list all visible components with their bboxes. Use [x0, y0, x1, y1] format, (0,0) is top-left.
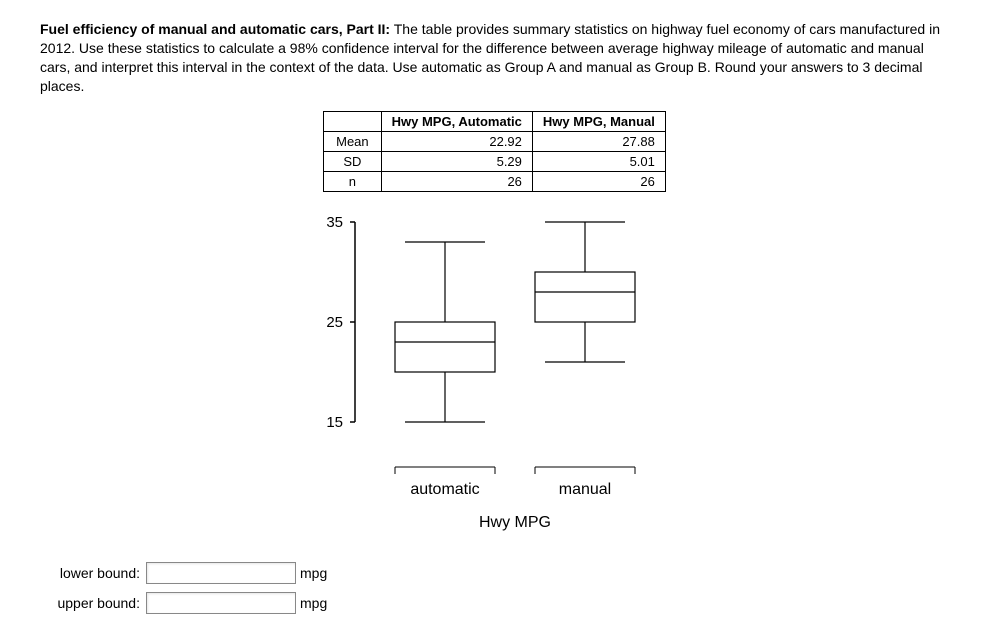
upper-bound-unit: mpg — [300, 595, 327, 611]
cell-n-auto: 26 — [381, 171, 532, 191]
table-row: n 26 26 — [324, 171, 666, 191]
upper-bound-row: upper bound: mpg — [40, 592, 949, 614]
ytick-25: 25 — [326, 314, 343, 331]
cell-sd-manual: 5.01 — [532, 151, 665, 171]
xtick-manual: manual — [558, 481, 610, 498]
upper-bound-input[interactable] — [146, 592, 296, 614]
cell-n-manual: 26 — [532, 171, 665, 191]
cell-mean-auto: 22.92 — [381, 131, 532, 151]
table-header-auto: Hwy MPG, Automatic — [381, 111, 532, 131]
summary-stats-table: Hwy MPG, Automatic Hwy MPG, Manual Mean … — [323, 111, 666, 192]
boxplot-svg: 35 25 15 automatic manual Hwy MPG — [295, 202, 695, 532]
cell-mean-manual: 27.88 — [532, 131, 665, 151]
cell-sd-auto: 5.29 — [381, 151, 532, 171]
lower-bound-input[interactable] — [146, 562, 296, 584]
upper-bound-label: upper bound: — [40, 595, 140, 611]
row-label-n: n — [324, 171, 382, 191]
row-label-sd: SD — [324, 151, 382, 171]
row-label-mean: Mean — [324, 131, 382, 151]
table-row: SD 5.29 5.01 — [324, 151, 666, 171]
lower-bound-label: lower bound: — [40, 565, 140, 581]
question-title: Fuel efficiency of manual and automatic … — [40, 21, 390, 37]
xtick-automatic: automatic — [410, 481, 479, 498]
chart-xlabel: Hwy MPG — [479, 514, 551, 531]
table-header-manual: Hwy MPG, Manual — [532, 111, 665, 131]
lower-bound-unit: mpg — [300, 565, 327, 581]
ytick-35: 35 — [326, 214, 343, 231]
question-text: Fuel efficiency of manual and automatic … — [40, 20, 949, 96]
boxplot-chart: 35 25 15 automatic manual Hwy MPG — [40, 202, 949, 532]
lower-bound-row: lower bound: mpg — [40, 562, 949, 584]
table-corner — [324, 111, 382, 131]
ytick-15: 15 — [326, 414, 343, 431]
table-row: Mean 22.92 27.88 — [324, 131, 666, 151]
